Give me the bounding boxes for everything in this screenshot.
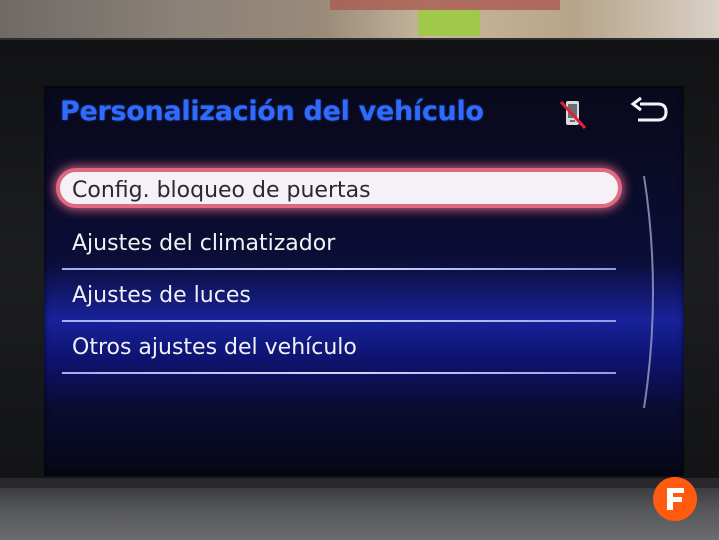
menu-item-door-lock[interactable]: Config. bloqueo de puertas	[54, 168, 626, 216]
dashboard-edge	[0, 478, 719, 488]
background-box	[418, 10, 480, 36]
menu-divider	[62, 372, 616, 374]
menu-divider	[62, 320, 616, 322]
menu-item-lights[interactable]: Ajustes de luces	[54, 272, 626, 322]
brand-logo-icon	[653, 477, 697, 521]
menu-item-label: Ajustes del climatizador	[72, 231, 336, 256]
scrollbar[interactable]	[640, 174, 664, 410]
menu-item-label: Config. bloqueo de puertas	[72, 178, 371, 203]
settings-menu: Config. bloqueo de puertas Ajustes del c…	[54, 168, 626, 376]
dashboard-panel	[0, 488, 719, 540]
page-title: Personalización del vehículo	[60, 96, 484, 127]
phone-disconnected-icon	[559, 100, 587, 130]
menu-item-climate[interactable]: Ajustes del climatizador	[54, 220, 626, 270]
menu-divider	[62, 268, 616, 270]
infotainment-screen: Personalización del vehículo Config. blo…	[44, 86, 684, 476]
menu-item-other-settings[interactable]: Otros ajustes del vehículo	[54, 324, 626, 374]
menu-item-label: Ajustes de luces	[72, 283, 251, 308]
background-shelf	[330, 0, 560, 10]
back-button[interactable]	[628, 96, 672, 130]
menu-item-label: Otros ajustes del vehículo	[72, 335, 357, 360]
